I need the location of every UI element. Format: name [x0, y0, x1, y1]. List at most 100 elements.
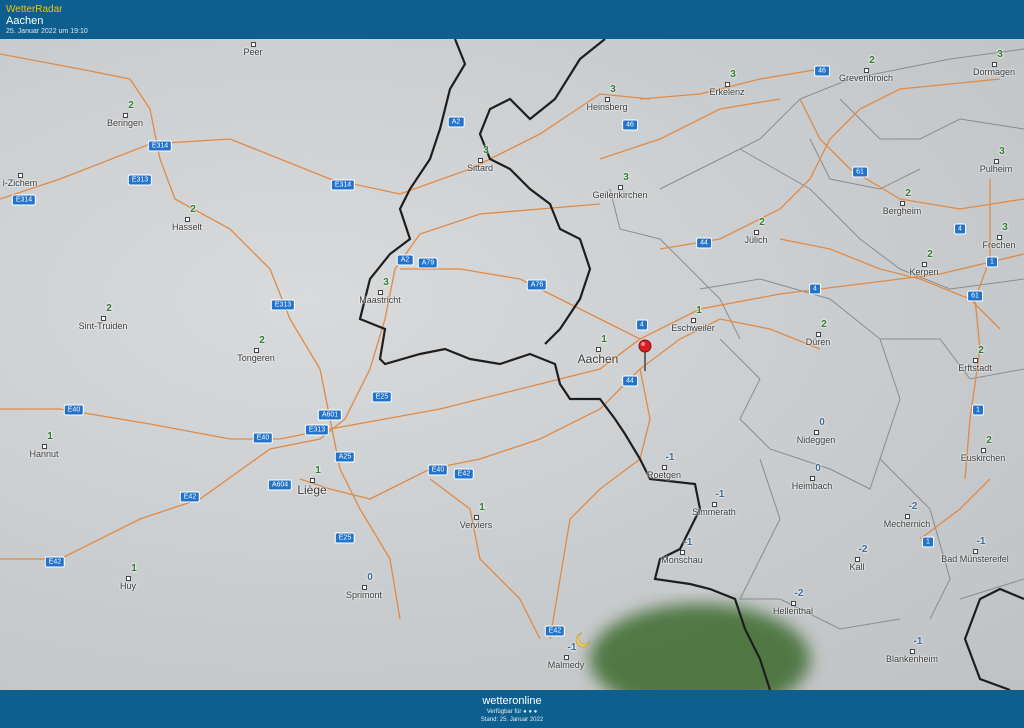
temperature-malmedy: -1	[567, 642, 577, 653]
city-label-aachen[interactable]: Aachen	[578, 352, 619, 366]
city-label-kerpen[interactable]: Kerpen	[909, 267, 938, 277]
city-label-nideggen[interactable]: Nideggen	[797, 435, 836, 445]
city-label-li-ge[interactable]: Liège	[297, 483, 326, 497]
temperature-verviers: 1	[479, 502, 485, 513]
road-shield-61: 61	[852, 166, 868, 178]
city-label-kall[interactable]: Kall	[849, 562, 864, 572]
temperature-li-ge: 1	[315, 465, 321, 476]
road-shield-e314: E314	[330, 179, 356, 191]
road-shield-a2: A2	[447, 116, 465, 128]
city-label-sprimont[interactable]: Sprimont	[346, 590, 382, 600]
temperature-beringen: 2	[128, 100, 134, 111]
moon-icon	[575, 632, 591, 648]
temperature-sprimont: 0	[367, 572, 373, 583]
road-shield-e314: E314	[11, 194, 37, 206]
temperature-pulheim: 3	[999, 146, 1005, 157]
city-label-sittard[interactable]: Sittard	[467, 163, 493, 173]
temperature-kall: -2	[858, 544, 868, 555]
city-label-erkelenz[interactable]: Erkelenz	[709, 87, 744, 97]
city-label-heimbach[interactable]: Heimbach	[792, 481, 833, 491]
city-label-maastricht[interactable]: Maastricht	[359, 295, 401, 305]
road-shield-4: 4	[954, 223, 966, 235]
city-label-bergheim[interactable]: Bergheim	[883, 206, 922, 216]
road-shield-e25: E25	[334, 532, 356, 544]
road-shield-e25: E25	[371, 391, 393, 403]
temperature-erftstadt: 2	[978, 345, 984, 356]
city-label-peer[interactable]: Peer	[243, 47, 262, 57]
radar-map[interactable]: Peer Beringen 2 i-Zichem Hasselt 2 Sint-Truide…	[0, 39, 1024, 690]
temperature-aachen: 1	[601, 334, 607, 345]
temperature-sint-truiden: 2	[106, 303, 112, 314]
city-label-beringen[interactable]: Beringen	[107, 118, 143, 128]
location-title[interactable]: Aachen	[6, 15, 43, 27]
temperature-grevenbroich: 2	[869, 55, 875, 66]
road-shield-4: 4	[636, 319, 648, 331]
temperature-erkelenz: 3	[730, 69, 736, 80]
road-shield-a79: A79	[417, 257, 439, 269]
road-shield-a76: A76	[526, 279, 548, 291]
city-label-dormagen[interactable]: Dormagen	[973, 67, 1015, 77]
city-label-blankenheim[interactable]: Blankenheim	[886, 654, 938, 664]
city-label-verviers[interactable]: Verviers	[460, 520, 493, 530]
city-label-d-ren[interactable]: Düren	[806, 337, 831, 347]
road-shield-46: 46	[814, 65, 830, 77]
temperature-dormagen: 3	[997, 49, 1003, 60]
temperature-heinsberg: 3	[610, 84, 616, 95]
city-label-euskirchen[interactable]: Euskirchen	[961, 453, 1006, 463]
city-label-frechen[interactable]: Frechen	[982, 240, 1015, 250]
road-shield-e314: E314	[147, 140, 173, 152]
road-shield-a2: A2	[396, 254, 414, 266]
temperature-bergheim: 2	[905, 188, 911, 199]
map-canvas	[0, 39, 1024, 690]
temperature-kerpen: 2	[927, 249, 933, 260]
city-label-huy[interactable]: Huy	[120, 581, 136, 591]
city-label-mechernich[interactable]: Mechernich	[884, 519, 931, 529]
brand-logo[interactable]: wetteronline	[0, 695, 1024, 707]
temperature-maastricht: 3	[383, 277, 389, 288]
city-label-geilenkirchen[interactable]: Geilenkirchen	[592, 190, 647, 200]
road-shield-46: 46	[622, 119, 638, 131]
city-label-sint-truiden[interactable]: Sint-Truiden	[79, 321, 128, 331]
city-label-roetgen[interactable]: Roetgen	[647, 470, 681, 480]
road-shield-e40: E40	[252, 432, 274, 444]
city-label-bad-m-nstereifel[interactable]: Bad Münstereifel	[941, 554, 1009, 564]
road-shield-e42: E42	[179, 491, 201, 503]
temperature-simmerath: -1	[715, 489, 725, 500]
location-pin-icon[interactable]	[638, 339, 652, 371]
road-shield-e42: E42	[44, 556, 66, 568]
city-label-j-lich[interactable]: Jülich	[744, 235, 767, 245]
city-label-monschau[interactable]: Monschau	[661, 555, 703, 565]
road-shield-a601: A601	[317, 409, 343, 421]
road-shield-e313: E313	[270, 299, 296, 311]
temperature-j-lich: 2	[759, 217, 765, 228]
road-shield-e313: E313	[127, 174, 153, 186]
temperature-monschau: -1	[683, 537, 693, 548]
city-label-hasselt[interactable]: Hasselt	[172, 222, 202, 232]
city-label-hannut[interactable]: Hannut	[29, 449, 58, 459]
temperature-bad-m-nstereifel: -1	[976, 536, 986, 547]
city-label-grevenbroich[interactable]: Grevenbroich	[839, 73, 893, 83]
temperature-mechernich: -2	[908, 501, 918, 512]
stand-text: Stand: 25. Januar 2022	[480, 717, 544, 723]
road-shield-a25: A25	[334, 451, 356, 463]
city-label-malmedy[interactable]: Malmedy	[548, 660, 585, 670]
city-label-heinsberg[interactable]: Heinsberg	[586, 102, 627, 112]
temperature-d-ren: 2	[821, 319, 827, 330]
road-shield-44: 44	[696, 237, 712, 249]
footer-bar: wetteronline Verfügbar für ● ● ● Stand: …	[0, 690, 1024, 728]
temperature-nideggen: 0	[819, 417, 825, 428]
road-shield-4: 4	[809, 283, 821, 295]
city-label-i-zichem[interactable]: i-Zichem	[3, 178, 38, 188]
app-title: WetterRadar	[6, 4, 63, 15]
temperature-tongeren: 2	[259, 335, 265, 346]
city-label-pulheim[interactable]: Pulheim	[980, 164, 1013, 174]
city-label-eschweiler[interactable]: Eschweiler	[671, 323, 715, 333]
city-label-hellenthal[interactable]: Hellenthal	[773, 606, 813, 616]
city-label-erftstadt[interactable]: Erftstadt	[958, 363, 992, 373]
road-shield-e42: E42	[544, 625, 566, 637]
timestamp: 25. Januar 2022 um 19:10	[6, 28, 88, 35]
road-shield-1: 1	[986, 256, 998, 268]
city-label-tongeren[interactable]: Tongeren	[237, 353, 275, 363]
road-shield-61: 61	[967, 290, 983, 302]
city-label-simmerath[interactable]: Simmerath	[692, 507, 736, 517]
